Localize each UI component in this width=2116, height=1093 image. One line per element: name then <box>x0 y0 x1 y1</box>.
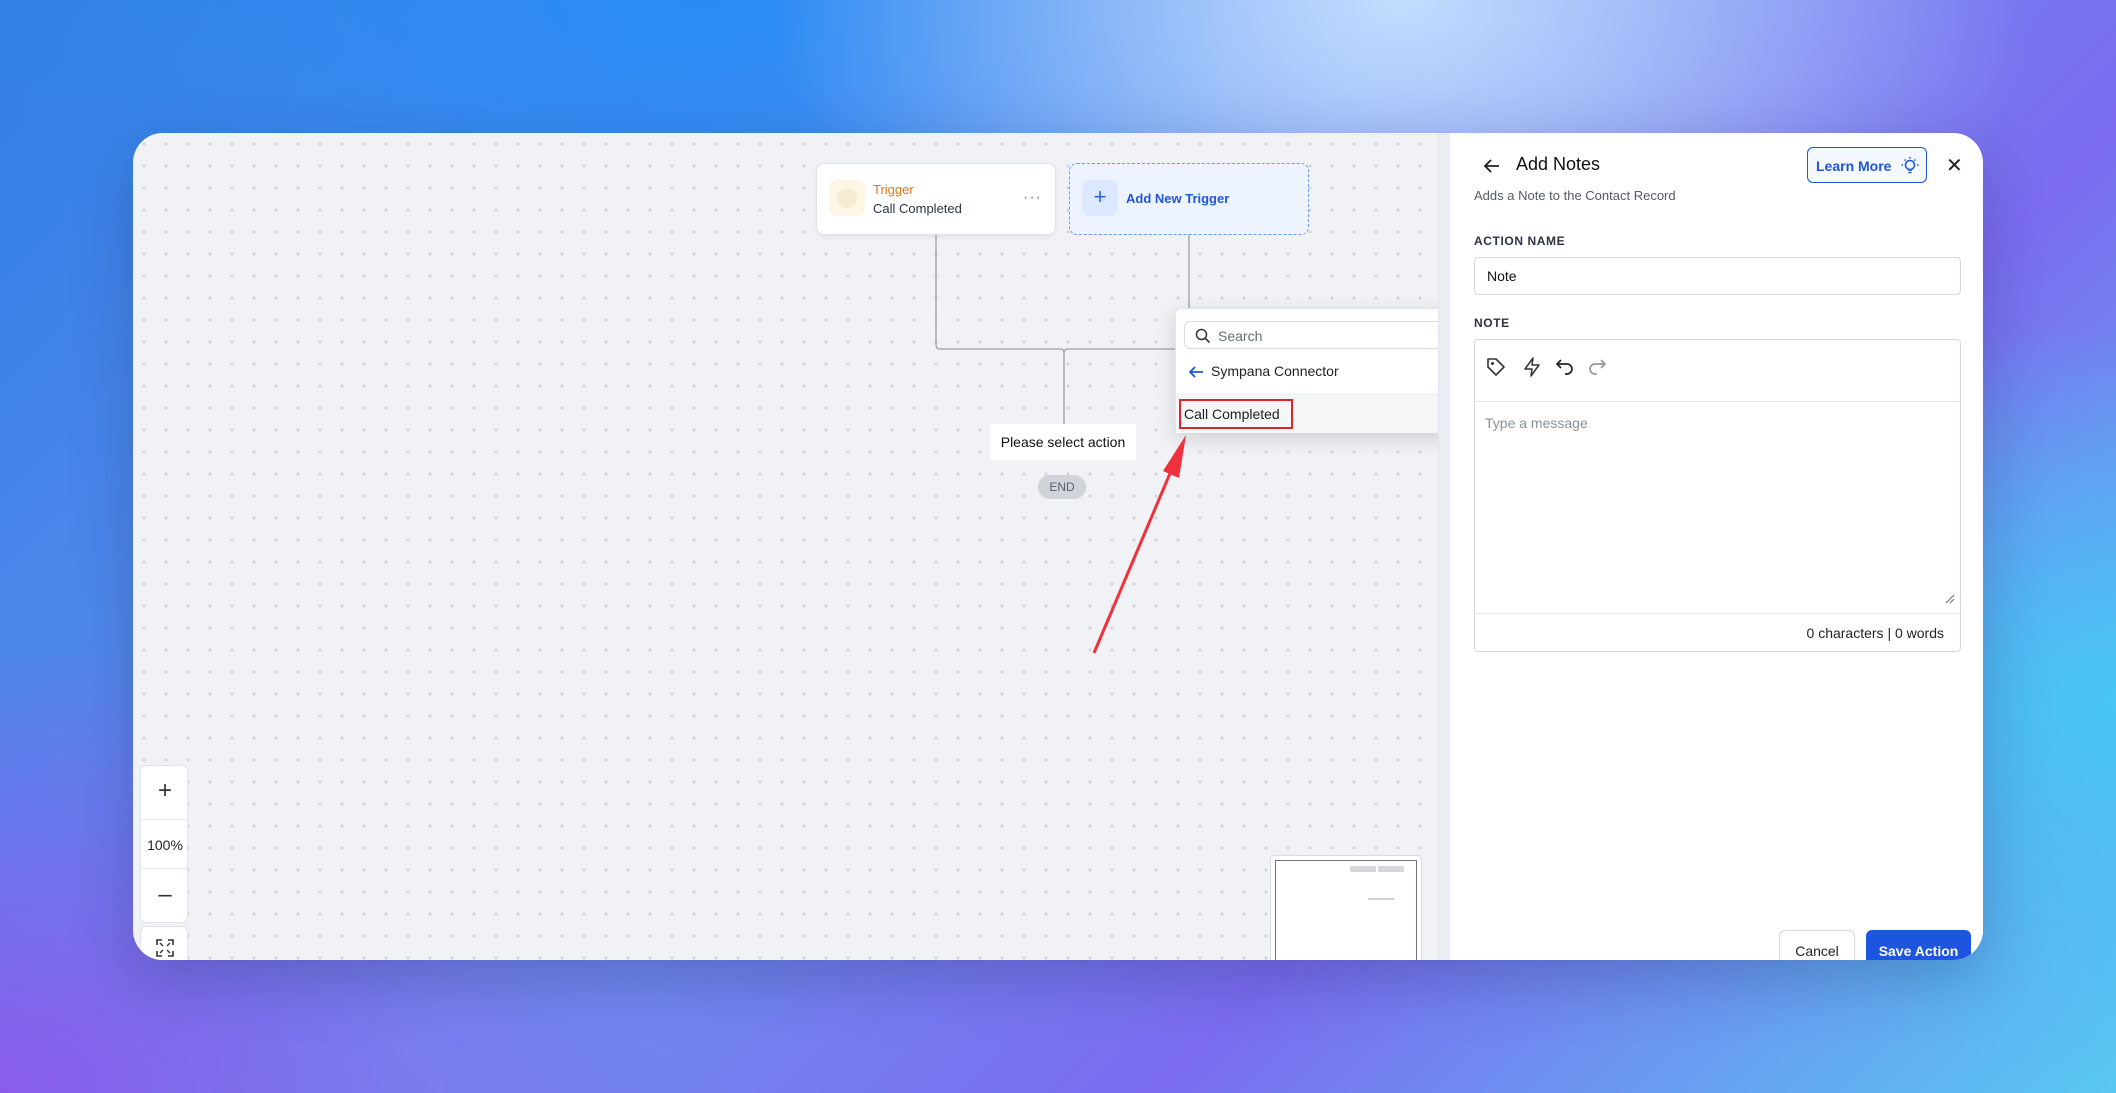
dropdown-item-call-completed[interactable]: Call Completed <box>1176 393 1476 433</box>
select-action-node[interactable]: Please select action <box>990 424 1136 460</box>
minimap[interactable] <box>1270 855 1422 960</box>
learn-more-label: Learn More <box>1816 158 1892 174</box>
learn-more-button[interactable]: Learn More <box>1807 147 1927 183</box>
note-textarea[interactable]: Type a message <box>1485 415 1588 431</box>
connector-back-label[interactable]: Sympana Connector <box>1211 363 1339 379</box>
add-new-trigger-button[interactable]: + Add New Trigger <box>1069 163 1309 235</box>
add-notes-panel: Add Notes Adds a Note to the Contact Rec… <box>1450 133 1983 960</box>
add-trigger-label: Add New Trigger <box>1126 191 1230 206</box>
search-input[interactable]: Search <box>1184 321 1469 349</box>
workflow-canvas[interactable]: Trigger Call Completed ··· + Add New Tri… <box>133 133 1477 960</box>
arrow-left-icon[interactable] <box>1482 157 1502 175</box>
cancel-button[interactable]: Cancel <box>1779 930 1855 960</box>
undo-icon[interactable] <box>1555 356 1575 376</box>
zoom-out-button[interactable]: – <box>141 870 189 920</box>
character-counter: 0 characters | 0 words <box>1806 625 1944 641</box>
more-options-icon[interactable]: ··· <box>1023 189 1042 207</box>
fit-view-icon <box>156 939 174 957</box>
trigger-card[interactable]: Trigger Call Completed ··· <box>816 163 1056 235</box>
trigger-dropdown: Search Sympana Connector Call Completed <box>1175 308 1477 433</box>
zoom-level: 100% <box>141 819 189 869</box>
resize-handle-icon[interactable] <box>1945 594 1955 604</box>
trigger-label: Trigger <box>873 182 914 197</box>
tag-icon[interactable] <box>1485 356 1507 378</box>
action-name-label: ACTION NAME <box>1474 234 1566 248</box>
connector-lines <box>935 235 1190 424</box>
panel-title: Add Notes <box>1516 154 1601 174</box>
workflow-window: Trigger Call Completed ··· + Add New Tri… <box>133 133 1983 960</box>
close-icon[interactable]: ✕ <box>1946 153 1963 178</box>
zoom-controls: + 100% – <box>140 765 189 923</box>
redo-icon[interactable] <box>1587 356 1607 376</box>
plus-icon: + <box>1082 180 1118 216</box>
trigger-icon <box>829 180 865 216</box>
minimap-viewport[interactable] <box>1275 860 1417 960</box>
panel-subtitle: Adds a Note to the Contact Record <box>1474 188 1676 203</box>
panel-divider <box>1438 133 1450 960</box>
zoom-in-button[interactable]: + <box>141 766 189 816</box>
arrow-left-icon[interactable] <box>1186 364 1206 380</box>
character-counter-bar: 0 characters | 0 words <box>1475 613 1960 651</box>
search-placeholder: Search <box>1218 328 1263 344</box>
lightbulb-icon <box>1901 157 1919 174</box>
end-node: END <box>1038 475 1086 499</box>
dropdown-item-label: Call Completed <box>1184 406 1280 422</box>
action-name-input[interactable]: Note <box>1474 257 1961 295</box>
note-label: NOTE <box>1474 316 1510 330</box>
trigger-event-name: Call Completed <box>873 201 962 216</box>
note-editor: Type a message 0 characters | 0 words <box>1474 339 1961 652</box>
bolt-icon[interactable] <box>1521 356 1543 378</box>
fit-view-button[interactable] <box>140 926 188 960</box>
save-action-button[interactable]: Save Action <box>1866 930 1971 960</box>
search-icon <box>1195 328 1211 344</box>
editor-toolbar <box>1475 340 1960 402</box>
